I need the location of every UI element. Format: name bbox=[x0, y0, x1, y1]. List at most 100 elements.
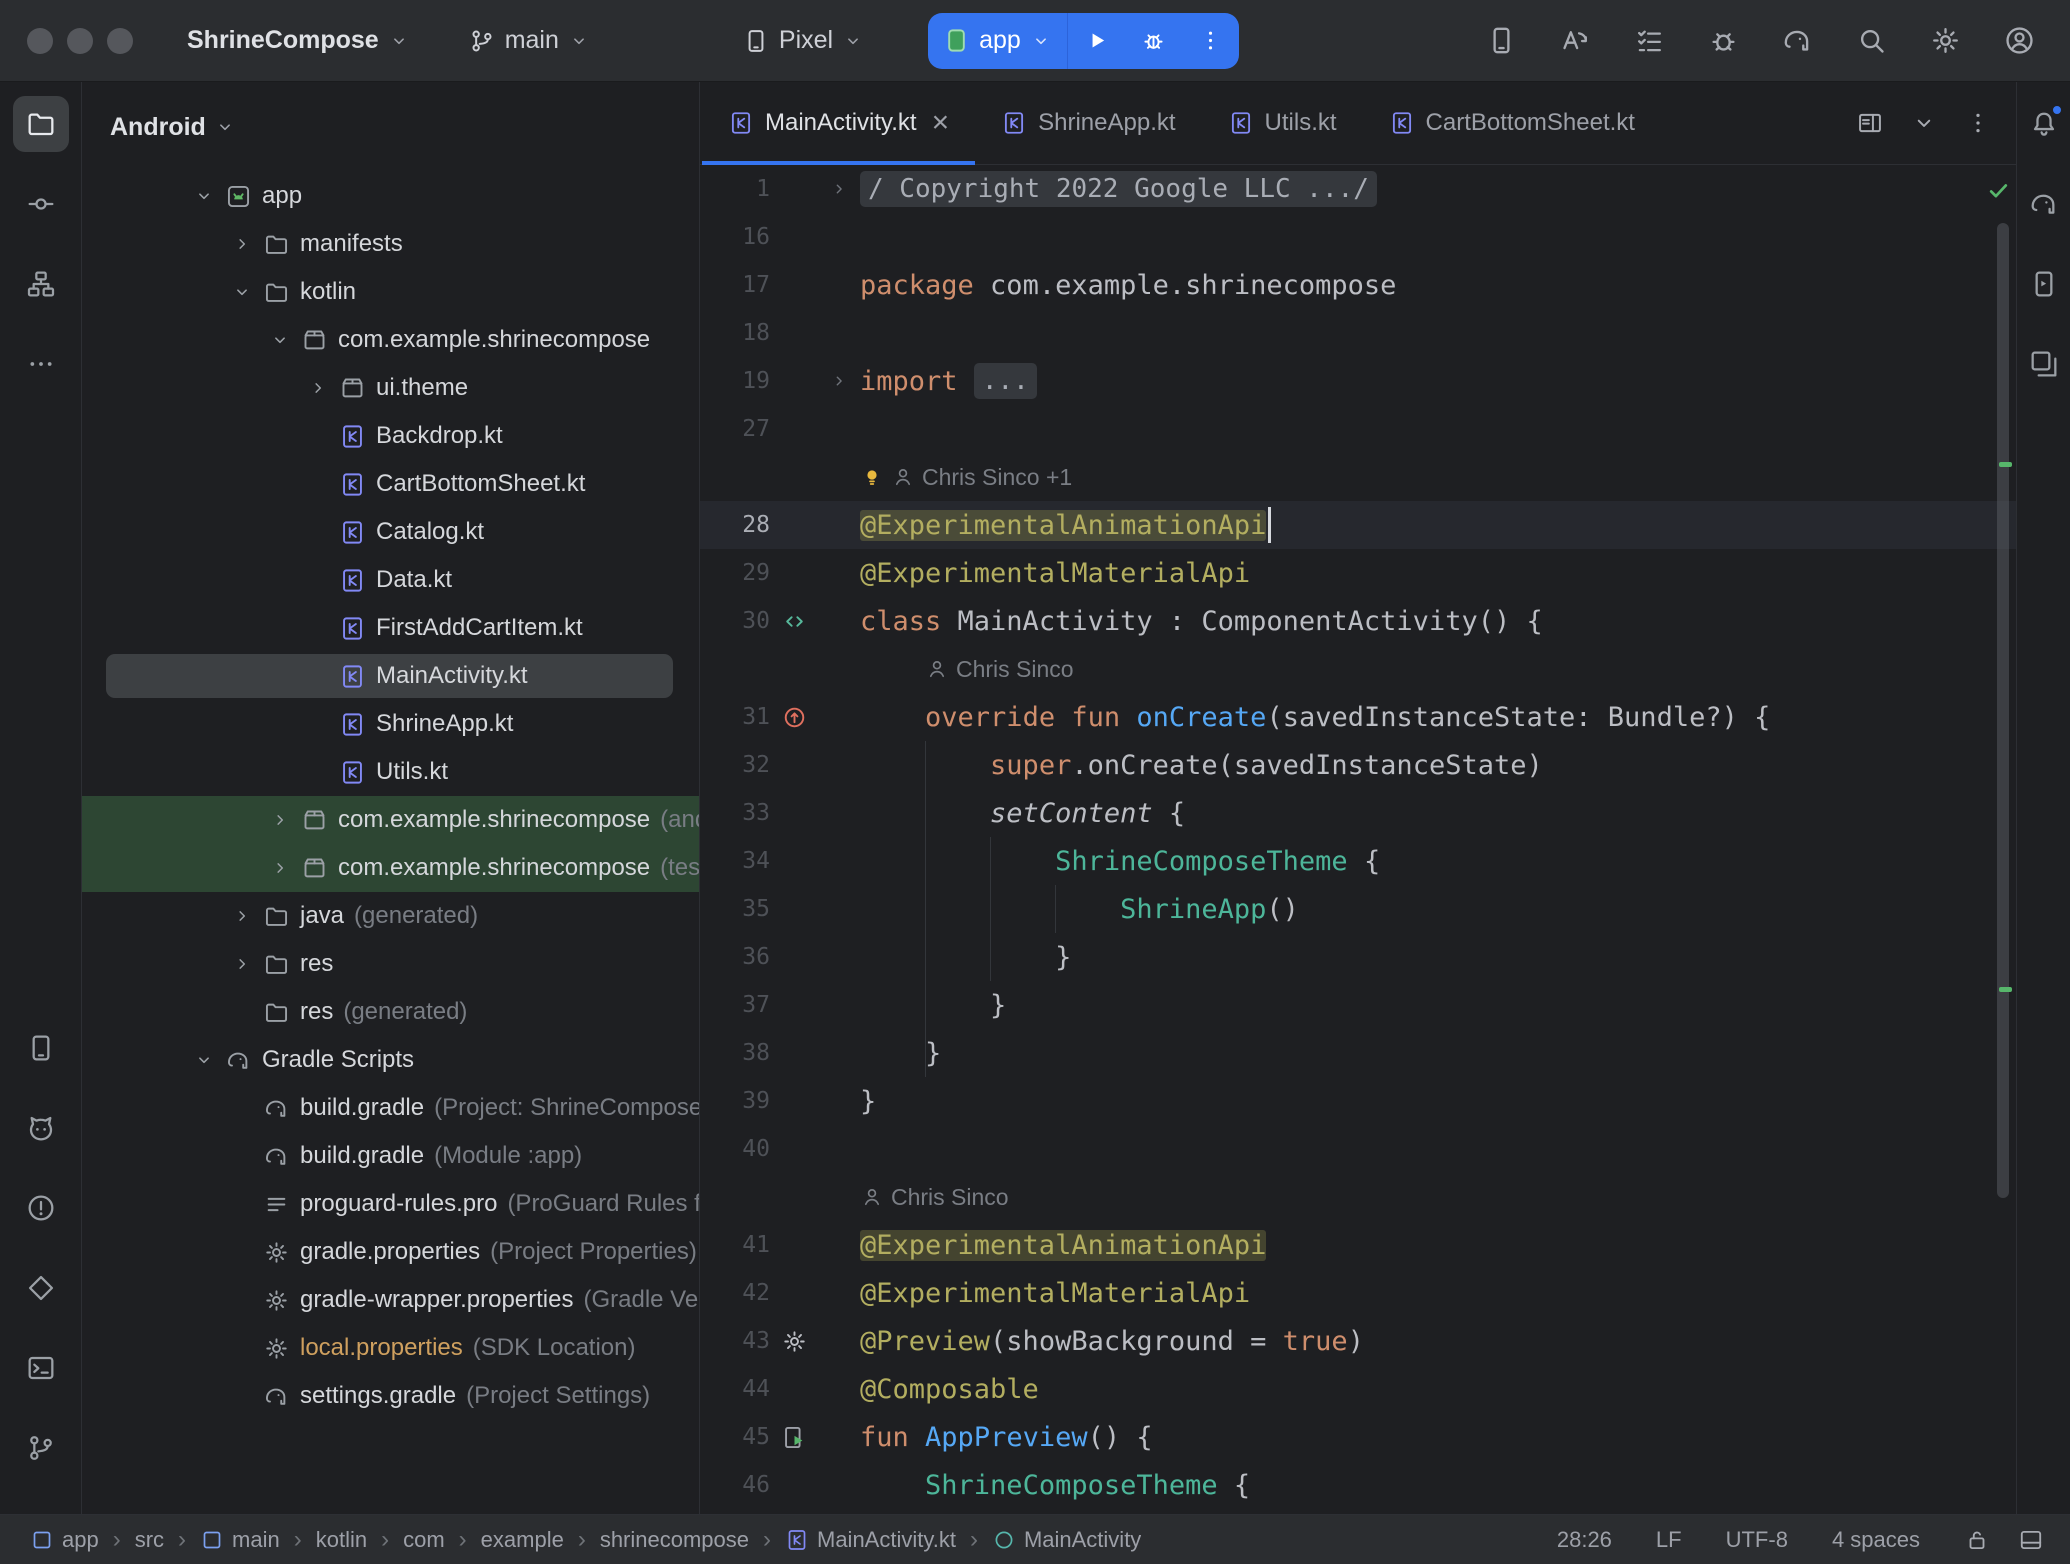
tree-item-build.gradle[interactable]: build.gradle(Project: ShrineCompose) bbox=[82, 1084, 699, 1132]
line-number[interactable]: 36 bbox=[700, 944, 770, 970]
line-number[interactable]: 43 bbox=[700, 1328, 770, 1354]
vcs-branch-selector[interactable]: main bbox=[456, 16, 602, 65]
tree-toggle[interactable] bbox=[263, 809, 297, 831]
code-line-31[interactable]: 31 override fun onCreate(savedInstanceSt… bbox=[700, 693, 2016, 741]
line-number[interactable]: 38 bbox=[700, 1040, 770, 1066]
tree-item-FirstAddCartItem.kt[interactable]: FirstAddCartItem.kt bbox=[82, 604, 699, 652]
code-line-44[interactable]: 44@Composable bbox=[700, 1365, 2016, 1413]
editor-tab-ShrineApp.kt[interactable]: ShrineApp.kt bbox=[975, 82, 1201, 164]
todo-button[interactable] bbox=[1620, 12, 1678, 70]
breadcrumb-shrinecompose[interactable]: shrinecompose bbox=[600, 1527, 749, 1553]
settings-button[interactable] bbox=[1916, 12, 1974, 70]
lock-button[interactable] bbox=[1964, 1527, 1990, 1553]
inspections-ok-icon[interactable] bbox=[1985, 177, 2012, 204]
problems-tool-button[interactable] bbox=[13, 1180, 69, 1236]
tree-item-gradle.properties[interactable]: gradle.properties(Project Properties) bbox=[82, 1228, 699, 1276]
commit-tool-button[interactable] bbox=[13, 176, 69, 232]
run-config-selector[interactable]: app bbox=[928, 13, 1067, 69]
running-devices-tool-button[interactable] bbox=[2021, 258, 2067, 310]
structure-tool-button[interactable] bbox=[13, 256, 69, 312]
gradle-sync-button[interactable] bbox=[1768, 12, 1826, 70]
window-zoom-button[interactable] bbox=[107, 28, 133, 54]
layout-toggle-button[interactable] bbox=[2018, 1527, 2044, 1553]
tree-item-gradle-wrapper.properties[interactable]: gradle-wrapper.properties(Gradle Ver bbox=[82, 1276, 699, 1324]
more-run-options-button[interactable] bbox=[1182, 13, 1239, 69]
tree-item-settings.gradle[interactable]: settings.gradle(Project Settings) bbox=[82, 1372, 699, 1420]
app-quality-insights-tool-button[interactable] bbox=[13, 1260, 69, 1316]
code-line-16[interactable]: 16 bbox=[700, 213, 2016, 261]
version-control-tool-button[interactable] bbox=[13, 1420, 69, 1476]
tree-item-Data.kt[interactable]: Data.kt bbox=[82, 556, 699, 604]
code-line-33[interactable]: 33 setContent { bbox=[700, 789, 2016, 837]
code-line-30[interactable]: 30class MainActivity : ComponentActivity… bbox=[700, 597, 2016, 645]
line-number[interactable]: 31 bbox=[700, 704, 770, 730]
fold-region[interactable] bbox=[818, 371, 860, 391]
tree-item-java[interactable]: java(generated) bbox=[82, 892, 699, 940]
logcat-tool-button[interactable] bbox=[13, 1100, 69, 1156]
breadcrumb-MainActivity.kt[interactable]: MainActivity.kt bbox=[785, 1527, 956, 1553]
tree-toggle[interactable] bbox=[187, 185, 221, 207]
translate-button[interactable] bbox=[1546, 12, 1604, 70]
window-close-button[interactable] bbox=[27, 28, 53, 54]
project-tool-button[interactable] bbox=[13, 96, 69, 152]
device-selector[interactable]: Pixel bbox=[730, 16, 876, 65]
code-line-46[interactable]: 46 ShrineComposeTheme { bbox=[700, 1461, 2016, 1509]
breadcrumb-kotlin[interactable]: kotlin bbox=[316, 1527, 367, 1553]
tree-item-manifests[interactable]: manifests bbox=[82, 220, 699, 268]
tree-item-app[interactable]: app bbox=[82, 172, 699, 220]
line-number[interactable]: 40 bbox=[700, 1136, 770, 1162]
gutter[interactable] bbox=[770, 1424, 818, 1451]
indent-setting[interactable]: 4 spaces bbox=[1832, 1527, 1920, 1553]
line-number[interactable]: 17 bbox=[700, 272, 770, 298]
tree-item-com.example.shrinecompose[interactable]: com.example.shrinecompose(andr bbox=[82, 796, 699, 844]
tree-item-Gradle Scripts[interactable]: Gradle Scripts bbox=[82, 1036, 699, 1084]
tree-item-res[interactable]: res bbox=[82, 940, 699, 988]
line-ending[interactable]: LF bbox=[1656, 1527, 1682, 1553]
code-line-38[interactable]: 38 } bbox=[700, 1029, 2016, 1077]
editor-error-stripe[interactable] bbox=[1990, 165, 2016, 1514]
project-view-selector[interactable]: Android bbox=[110, 113, 236, 142]
fold-region[interactable] bbox=[818, 179, 860, 199]
tree-item-Catalog.kt[interactable]: Catalog.kt bbox=[82, 508, 699, 556]
code-line-36[interactable]: 36 } bbox=[700, 933, 2016, 981]
tree-item-CartBottomSheet.kt[interactable]: CartBottomSheet.kt bbox=[82, 460, 699, 508]
breadcrumb-MainActivity[interactable]: MainActivity bbox=[992, 1527, 1141, 1553]
more-tool-windows-tool-button[interactable] bbox=[13, 336, 69, 392]
tree-item-com.example.shrinecompose[interactable]: com.example.shrinecompose(test) bbox=[82, 844, 699, 892]
code-line-17[interactable]: 17package com.example.shrinecompose bbox=[700, 261, 2016, 309]
line-number[interactable]: 35 bbox=[700, 896, 770, 922]
run-button[interactable] bbox=[1068, 13, 1125, 69]
line-number[interactable]: 41 bbox=[700, 1232, 770, 1258]
project-selector[interactable]: ShrineCompose bbox=[175, 16, 422, 65]
gutter[interactable] bbox=[770, 608, 818, 635]
tree-toggle[interactable] bbox=[225, 905, 259, 927]
caret-position[interactable]: 28:26 bbox=[1557, 1527, 1612, 1553]
breadcrumb-app[interactable]: app bbox=[30, 1527, 99, 1553]
code-line-34[interactable]: 34 ShrineComposeTheme { bbox=[700, 837, 2016, 885]
tree-item-local.properties[interactable]: local.properties(SDK Location) bbox=[82, 1324, 699, 1372]
code-line-28[interactable]: 28@ExperimentalAnimationApi bbox=[700, 501, 2016, 549]
code-line-43[interactable]: 43@Preview(showBackground = true) bbox=[700, 1317, 2016, 1365]
gutter[interactable] bbox=[770, 704, 818, 731]
code-line-45[interactable]: 45fun AppPreview() { bbox=[700, 1413, 2016, 1461]
bug-report-button[interactable] bbox=[1694, 12, 1752, 70]
notifications-tool-button[interactable] bbox=[2021, 98, 2067, 150]
line-number[interactable]: 45 bbox=[700, 1424, 770, 1450]
line-number[interactable]: 33 bbox=[700, 800, 770, 826]
line-number[interactable]: 29 bbox=[700, 560, 770, 586]
tree-item-proguard-rules.pro[interactable]: proguard-rules.pro(ProGuard Rules fo bbox=[82, 1180, 699, 1228]
line-number[interactable]: 37 bbox=[700, 992, 770, 1018]
line-number[interactable]: 44 bbox=[700, 1376, 770, 1402]
close-tab-icon[interactable]: × bbox=[932, 108, 950, 138]
search-button[interactable] bbox=[1842, 12, 1900, 70]
line-number[interactable]: 46 bbox=[700, 1472, 770, 1498]
account-avatar-button[interactable] bbox=[1990, 12, 2048, 70]
author-inlay[interactable]: Chris Sinco bbox=[700, 1173, 2016, 1221]
code-line-35[interactable]: 35 ShrineApp() bbox=[700, 885, 2016, 933]
terminal-tool-button[interactable] bbox=[13, 1340, 69, 1396]
code-line-32[interactable]: 32 super.onCreate(savedInstanceState) bbox=[700, 741, 2016, 789]
layout-inspector-button[interactable] bbox=[1472, 12, 1530, 70]
line-number[interactable]: 42 bbox=[700, 1280, 770, 1306]
author-inlay[interactable]: Chris Sinco +1 bbox=[700, 453, 2016, 501]
code-line-37[interactable]: 37 } bbox=[700, 981, 2016, 1029]
